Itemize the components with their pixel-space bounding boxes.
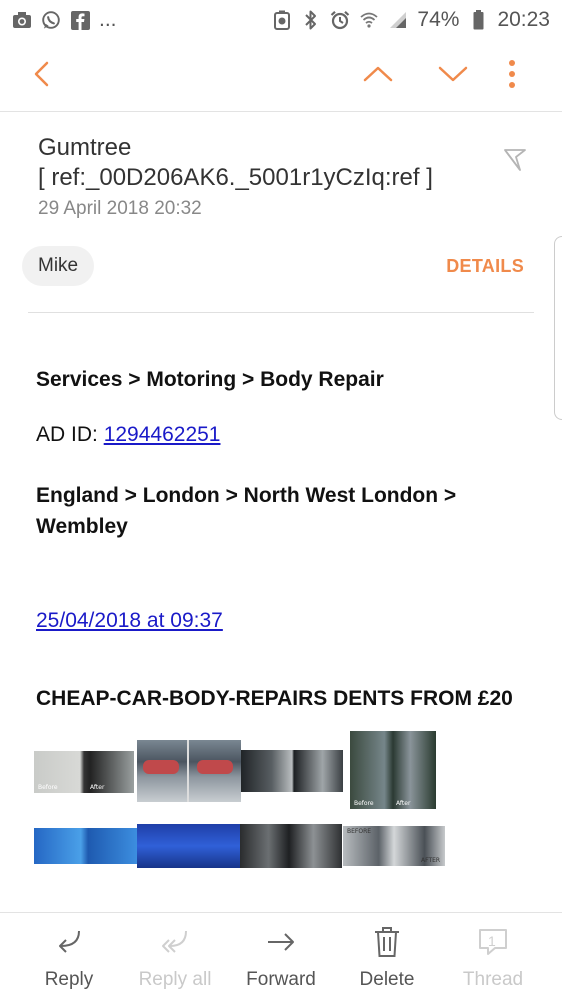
status-bar-right: 74% 20:23	[272, 8, 550, 32]
delete-label: Delete	[359, 969, 415, 990]
location-path: England > London > North West London > W…	[36, 480, 456, 542]
facebook-icon	[70, 10, 90, 30]
flag-button[interactable]	[498, 144, 530, 176]
ad-id-label: AD ID:	[36, 423, 104, 446]
chevron-left-icon	[32, 60, 52, 93]
battery-icon	[468, 10, 488, 30]
repair-photo-3[interactable]	[241, 750, 343, 792]
reply-button[interactable]: Reply	[16, 925, 122, 1000]
trash-icon	[370, 925, 404, 959]
more-notifications: ...	[99, 8, 117, 31]
reply-icon	[52, 925, 86, 959]
next-email-button[interactable]	[431, 54, 475, 98]
back-button[interactable]	[20, 54, 64, 98]
location-line-1: England > London > North West London >	[36, 484, 457, 507]
thread-button[interactable]: 1 Thread	[440, 925, 546, 1000]
ad-title: CHEAP-CAR-BODY-REPAIRS DENTS FROM £20	[36, 687, 513, 710]
location-line-2: Wembley	[36, 515, 128, 538]
posted-date-link[interactable]: 25/04/2018 at 09:37	[36, 609, 223, 632]
category-path: Services > Motoring > Body Repair	[36, 368, 384, 391]
whatsapp-icon	[41, 10, 61, 30]
delete-button[interactable]: Delete	[334, 925, 440, 1000]
details-button[interactable]: DETAILS	[446, 256, 524, 277]
repair-photo-1[interactable]: Before After	[34, 751, 134, 793]
flag-icon	[498, 149, 530, 180]
chevron-up-icon	[363, 65, 393, 88]
signal-icon	[388, 10, 408, 30]
more-vertical-icon	[508, 59, 516, 94]
clock: 20:23	[497, 8, 550, 31]
reply-all-label: Reply all	[138, 969, 212, 990]
repair-photo-5[interactable]	[34, 828, 138, 864]
thread-count: 1	[488, 933, 496, 949]
subject-ref: [ ref:_00D206AK6._5001r1yCzIq:ref ]	[38, 164, 433, 191]
app-bar	[0, 40, 562, 112]
battery-percent: 74%	[417, 8, 460, 31]
repair-photo-7[interactable]	[240, 824, 342, 868]
alarm-icon	[330, 10, 350, 30]
email-subject: Gumtree [ ref:_00D206AK6._5001r1yCzIq:re…	[38, 133, 478, 193]
status-bar-left: ...	[12, 8, 117, 32]
email-date: 29 April 2018 20:32	[38, 198, 202, 219]
header-divider	[28, 312, 534, 313]
chevron-down-icon	[438, 65, 468, 88]
reply-all-button[interactable]: Reply all	[122, 925, 228, 1000]
thread-label: Thread	[462, 969, 524, 990]
repair-photo-6[interactable]	[137, 824, 241, 868]
repair-photo-2[interactable]	[137, 740, 241, 802]
forward-button[interactable]: Forward	[228, 925, 334, 1000]
more-options-button[interactable]	[490, 54, 534, 98]
battery-saver-icon	[272, 10, 292, 30]
bottom-action-bar: Reply Reply all Forward Delete 1 Thread	[0, 912, 562, 1000]
forward-icon	[264, 925, 298, 959]
bluetooth-icon	[301, 10, 321, 30]
camera-icon	[12, 10, 32, 30]
sender-name: Gumtree	[38, 134, 132, 161]
recipient-chip[interactable]: Mike	[22, 246, 95, 286]
reply-label: Reply	[44, 969, 94, 990]
status-bar: ... 74% 20:23	[0, 0, 562, 40]
ad-id-link[interactable]: 1294462251	[104, 423, 221, 446]
scroll-handle[interactable]	[554, 236, 562, 420]
ad-id-line: AD ID: 1294462251	[36, 419, 220, 450]
posted-date-line: 25/04/2018 at 09:37	[36, 605, 223, 636]
previous-email-button[interactable]	[356, 54, 400, 98]
repair-photo-4[interactable]: Before After	[350, 731, 436, 809]
reply-all-icon	[158, 925, 192, 959]
forward-label: Forward	[246, 969, 316, 990]
repair-photo-8[interactable]: BEFORE AFTER	[343, 826, 445, 866]
wifi-icon	[359, 10, 379, 30]
